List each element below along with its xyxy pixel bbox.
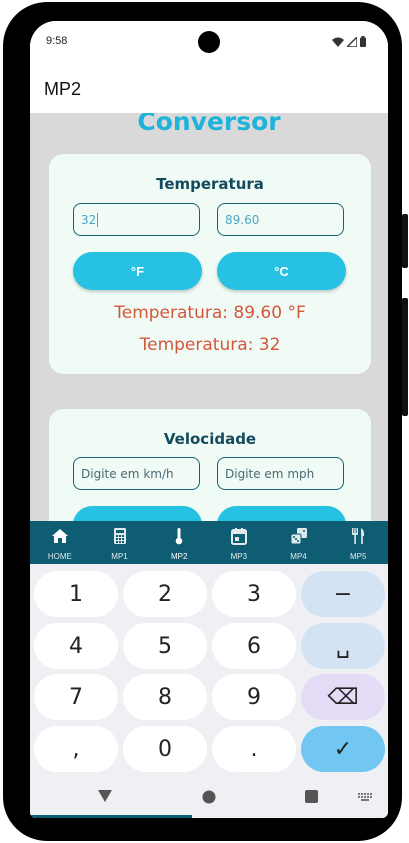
- calculator-icon: [113, 528, 126, 544]
- nav-label-mp5: MP5: [349, 552, 367, 561]
- camera-cutout: [198, 31, 220, 53]
- key-backspace[interactable]: ⌫: [301, 674, 385, 720]
- keyboard-switch-icon[interactable]: [358, 793, 372, 802]
- home-icon: [51, 529, 68, 543]
- key-comma[interactable]: ,: [34, 726, 118, 772]
- key-done[interactable]: ✓: [301, 726, 385, 772]
- app-bar-title: MP2: [44, 79, 82, 99]
- speed-card-title: Velocidade: [163, 430, 257, 448]
- key-3[interactable]: 3: [212, 571, 296, 617]
- nav-label-mp1: MP1: [111, 552, 128, 561]
- signal-icon: [347, 36, 357, 47]
- recents-icon[interactable]: [305, 790, 318, 803]
- speed-input-kmh[interactable]: Digite em km/h: [73, 457, 200, 490]
- content-area[interactable]: Conversor Temperatura 32 89.60 °F °C Tem…: [30, 113, 388, 521]
- speed-input-mph[interactable]: Digite em mph: [217, 457, 344, 490]
- temperature-input-fahrenheit-value: 32: [81, 212, 97, 227]
- nav-label-mp3: MP3: [230, 552, 248, 561]
- temperature-input-fahrenheit[interactable]: 32: [73, 203, 200, 236]
- temperature-result-fahrenheit: Temperatura: 89.60 °F: [114, 303, 306, 323]
- nav-label-home: HOME: [47, 552, 72, 561]
- numeric-keyboard: 1 2 3 − 4 5 6 ␣ 7 8 9 ⌫ , 0 . ✓: [30, 564, 388, 818]
- text-caret: [97, 212, 99, 227]
- temperature-card-title: Temperatura: [156, 175, 264, 193]
- progress-underline: [30, 815, 192, 818]
- phone-frame: 9:58 MP2 Conversor Temperatura 32 89. 60 …: [0, 0, 409, 843]
- power-button: [402, 214, 408, 268]
- nav-label-mp2: MP2: [170, 552, 188, 561]
- temperature-input-celsius[interactable]: 89.60: [217, 203, 344, 236]
- bottom-navigation: HOME MP1 MP2 MP3 MP4 MP5: [30, 521, 388, 564]
- key-9[interactable]: 9: [212, 674, 296, 720]
- key-period[interactable]: .: [212, 726, 296, 772]
- convert-celsius-button[interactable]: °C: [217, 252, 346, 290]
- wifi-icon: [332, 37, 344, 47]
- convert-kmh-button[interactable]: [73, 506, 202, 521]
- convert-fahrenheit-button[interactable]: °F: [73, 252, 202, 290]
- temperature-input-celsius-value: 89.60: [225, 212, 260, 227]
- thermometer-icon: [175, 528, 183, 545]
- convert-mph-button[interactable]: [217, 506, 346, 521]
- key-4[interactable]: 4: [34, 623, 118, 669]
- key-8[interactable]: 8: [123, 674, 207, 720]
- app-bar: MP2: [30, 69, 388, 113]
- temperature-result-input: Temperatura: 32: [139, 335, 281, 355]
- system-navigation: [30, 784, 388, 818]
- key-6[interactable]: 6: [212, 623, 296, 669]
- nav-label-mp4: MP4: [290, 552, 307, 561]
- key-0[interactable]: 0: [123, 726, 207, 772]
- home-circle-icon[interactable]: [202, 790, 216, 804]
- nav-item-home[interactable]: HOME: [30, 521, 90, 564]
- back-icon[interactable]: [98, 790, 112, 803]
- calendar-icon: [230, 528, 247, 545]
- key-space[interactable]: ␣: [301, 623, 385, 669]
- nav-item-mp1[interactable]: MP1: [90, 521, 150, 564]
- restaurant-icon: [352, 528, 365, 544]
- nav-item-mp5[interactable]: MP5: [328, 521, 388, 564]
- speed-card: Velocidade Digite em km/h Digite em mph: [49, 409, 371, 521]
- temperature-card: Temperatura 32 89.60 °F °C Temperatura: …: [49, 154, 371, 374]
- page-title: Conversor: [137, 113, 281, 136]
- key-2[interactable]: 2: [123, 571, 207, 617]
- battery-icon: [360, 36, 366, 47]
- screen: 9:58 MP2 Conversor Temperatura 32 89. 60 …: [30, 21, 388, 818]
- volume-button: [402, 298, 408, 416]
- status-icons: [332, 36, 366, 47]
- dice-icon: [290, 528, 307, 545]
- nav-item-mp3[interactable]: MP3: [209, 521, 269, 564]
- key-7[interactable]: 7: [34, 674, 118, 720]
- status-bar: 9:58: [30, 21, 388, 69]
- status-time: 9:58: [46, 35, 68, 47]
- nav-item-mp2[interactable]: MP2: [149, 521, 209, 564]
- key-5[interactable]: 5: [123, 623, 207, 669]
- nav-item-mp4[interactable]: MP4: [269, 521, 329, 564]
- key-minus[interactable]: −: [301, 571, 385, 617]
- key-1[interactable]: 1: [34, 571, 118, 617]
